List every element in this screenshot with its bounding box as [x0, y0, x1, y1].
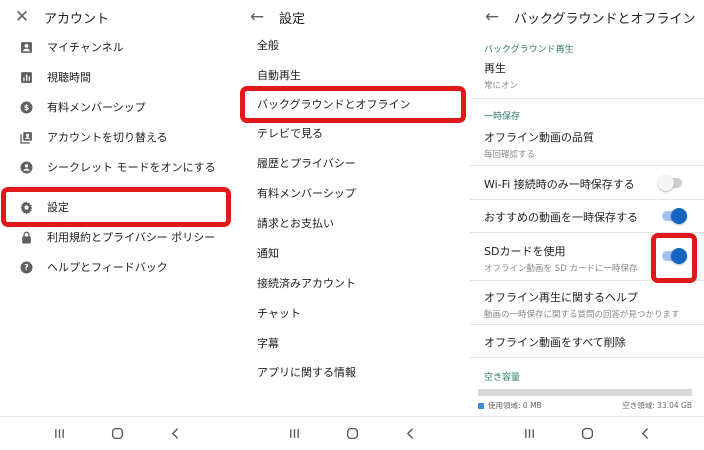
switch-account-icon: [20, 131, 33, 144]
svg-text:?: ?: [24, 263, 28, 272]
settings-item-label: 有料メンバーシップ: [257, 187, 356, 200]
close-icon[interactable]: ✕: [0, 7, 44, 27]
page-title: バックグラウンドとオフライン: [514, 11, 696, 27]
menu-item-label: マイチャンネル: [47, 41, 124, 54]
settings-item-history-privacy[interactable]: 履歴とプライバシー: [235, 148, 470, 178]
setting-title: おすすめの動画を一時保存する: [484, 211, 638, 224]
setting-playback[interactable]: 再生 常にオン: [484, 60, 692, 91]
page-title: 設定: [279, 11, 306, 27]
wifi-only-toggle[interactable]: [658, 175, 682, 191]
menu-item-paid-membership[interactable]: $ 有料メンバーシップ: [0, 92, 235, 122]
storage-used-text: 使用領域: 0 MB: [488, 401, 542, 410]
svg-text:$: $: [24, 103, 29, 112]
menu-item-label: シークレット モードをオンにする: [47, 161, 216, 174]
settings-item-billing[interactable]: 請求とお支払い: [235, 208, 470, 238]
menu-item-help-feedback[interactable]: ? ヘルプとフィードバック: [0, 252, 235, 282]
settings-item-captions[interactable]: 字幕: [235, 328, 470, 358]
divider: [470, 98, 704, 99]
menu-item-watch-time[interactable]: 視聴時間: [0, 62, 235, 92]
recents-icon[interactable]: [49, 424, 69, 444]
back-arrow-icon[interactable]: ←: [470, 7, 514, 27]
setting-title: オフライン再生に関するヘルプ: [484, 291, 638, 304]
android-nav-bar: [0, 416, 235, 450]
toggle-knob: [671, 208, 687, 224]
recents-icon[interactable]: [284, 424, 304, 444]
recommended-download-toggle[interactable]: [662, 208, 687, 224]
settings-item-label: 接続済みアカウント: [257, 277, 356, 290]
settings-item-about[interactable]: アプリに関する情報: [235, 357, 470, 387]
dollar-circle-icon: $: [20, 101, 33, 114]
account-panel: ✕ アカウント マイチャンネル 視聴時間 $ 有料メンバーシップ アカウントを切…: [0, 0, 235, 450]
divider: [470, 324, 704, 325]
home-icon[interactable]: [342, 424, 362, 444]
back-icon[interactable]: [166, 424, 186, 444]
divider: [470, 165, 704, 166]
settings-item-notifications[interactable]: 通知: [235, 238, 470, 268]
settings-item-label: 自動再生: [257, 69, 301, 82]
divider: [470, 357, 704, 358]
storage-free-label: 空き領域: 33.04 GB: [622, 401, 692, 410]
account-box-icon: [20, 41, 33, 54]
settings-item-label: 通知: [257, 247, 279, 260]
settings-item-label: 全般: [257, 39, 279, 52]
back-icon[interactable]: [401, 424, 421, 444]
menu-item-label: 利用規約とプライバシー ポリシー: [47, 231, 216, 244]
bar-chart-icon: [20, 71, 33, 84]
back-icon[interactable]: [635, 424, 655, 444]
setting-subtitle: 動画の一時保存に関する質問の回答が見つかります: [484, 310, 680, 320]
menu-item-incognito[interactable]: シークレット モードをオンにする: [0, 152, 235, 182]
settings-panel: ← 設定 全般 自動再生 バックグラウンドとオフライン テレビで見る 履歴とプラ…: [235, 0, 470, 450]
settings-item-label: 字幕: [257, 337, 279, 350]
home-icon[interactable]: [577, 424, 597, 444]
android-nav-bar: [235, 416, 470, 450]
home-icon[interactable]: [107, 424, 127, 444]
section-header-storage: 空き容量: [484, 373, 521, 383]
section-header-offline: 一時保存: [484, 112, 521, 122]
menu-item-my-channel[interactable]: マイチャンネル: [0, 32, 235, 62]
settings-item-label: テレビで見る: [257, 127, 323, 140]
android-nav-bar: [470, 416, 704, 450]
setting-offline-help[interactable]: オフライン再生に関するヘルプ 動画の一時保存に関する質問の回答が見つかります: [484, 289, 692, 320]
settings-item-label: 請求とお支払い: [257, 217, 334, 230]
menu-item-switch-account[interactable]: アカウントを切り替える: [0, 122, 235, 152]
recents-icon[interactable]: [519, 424, 539, 444]
setting-offline-quality[interactable]: オフライン動画の品質 毎回確認する: [484, 129, 692, 160]
highlight-settings-box: [1, 187, 231, 227]
storage-usage-bar: [478, 389, 692, 396]
settings-item-connected-accounts[interactable]: 接続済みアカウント: [235, 268, 470, 298]
used-legend-swatch: [478, 402, 484, 409]
account-app-bar: ✕ アカウント: [0, 0, 235, 34]
settings-item-chat[interactable]: チャット: [235, 298, 470, 328]
storage-used-label: 使用領域: 0 MB: [478, 400, 542, 411]
divider: [470, 199, 704, 200]
settings-item-general[interactable]: 全般: [235, 30, 470, 60]
settings-app-bar: ← 設定: [235, 0, 470, 34]
setting-title: オフライン動画をすべて削除: [484, 336, 626, 349]
menu-item-label: ヘルプとフィードバック: [47, 261, 168, 274]
lock-icon: [20, 231, 33, 244]
setting-subtitle: 常にオン: [484, 81, 519, 91]
highlight-sd-card-toggle-box: [651, 233, 697, 283]
menu-item-label: 視聴時間: [47, 71, 91, 84]
menu-item-label: 有料メンバーシップ: [47, 101, 146, 114]
background-offline-app-bar: ← バックグラウンドとオフライン: [470, 0, 704, 34]
setting-title: オフライン動画の品質: [484, 131, 594, 144]
incognito-icon: [20, 161, 33, 174]
section-header-background: バックグラウンド再生: [484, 45, 574, 55]
settings-item-paid-membership[interactable]: 有料メンバーシップ: [235, 178, 470, 208]
back-arrow-icon[interactable]: ←: [235, 7, 279, 27]
background-offline-panel: ← バックグラウンドとオフライン バックグラウンド再生 再生 常にオン 一時保存…: [470, 0, 704, 450]
settings-item-label: チャット: [257, 307, 301, 320]
toggle-knob: [658, 175, 674, 191]
setting-subtitle: 毎回確認する: [484, 150, 536, 160]
help-circle-icon: ?: [20, 261, 33, 274]
settings-item-label: 履歴とプライバシー: [257, 157, 356, 170]
highlight-background-offline-box: [240, 86, 466, 123]
menu-item-label: アカウントを切り替える: [47, 131, 168, 144]
setting-recommended-download[interactable]: おすすめの動画を一時保存する: [484, 209, 692, 225]
setting-delete-all-offline[interactable]: オフライン動画をすべて削除: [484, 334, 692, 350]
settings-item-label: アプリに関する情報: [257, 366, 356, 379]
page-title: アカウント: [44, 11, 110, 27]
setting-title: 再生: [484, 62, 506, 75]
